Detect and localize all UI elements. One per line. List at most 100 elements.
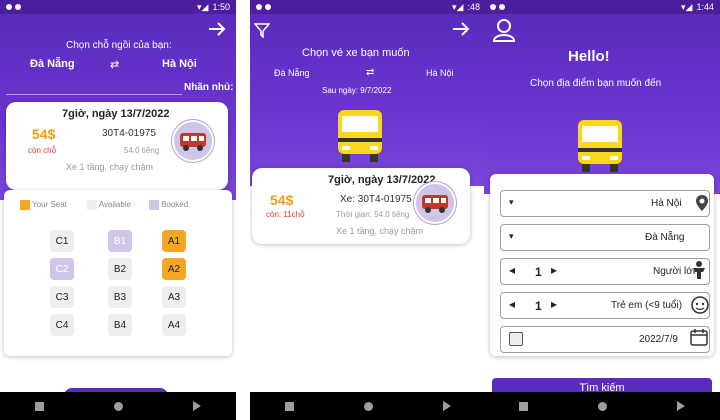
back-icon[interactable] xyxy=(443,401,451,411)
seat-selection-screen: ▾◢ 1:50 Chọn chỗ ngồi của bạn: Hà Nội ⇄ … xyxy=(0,0,236,420)
to-city: Đà Nẵng xyxy=(274,68,310,78)
seat-header: Chọn chỗ ngồi của bạn: Hà Nội ⇄ Đà Nẵng … xyxy=(0,14,236,200)
legend-available-swatch xyxy=(86,200,97,210)
header-label: Chọn chỗ ngồi của bạn: xyxy=(66,40,172,51)
ticket-header: Chọn vé xe bạn muốn Hà Nội ⇄ Đà Nẵng Sau… xyxy=(250,14,486,186)
status-time: :48 xyxy=(467,2,480,12)
from-city: Hà Nội xyxy=(162,58,197,70)
recents-icon[interactable] xyxy=(35,401,44,411)
trip-plate: Xe: 30T4-01975 xyxy=(340,194,412,205)
trip-remain: còn: 11chỗ xyxy=(266,210,305,219)
trip-card[interactable]: 7giờ, ngày 13/7/2022 30T4-01975 54$ còn … xyxy=(6,102,228,190)
increment-icon[interactable]: ▸ xyxy=(551,263,557,277)
adults-stepper[interactable]: ◂ 1 ▸ Người lớn xyxy=(500,258,710,285)
trip-title: 7giờ, ngày 13/7/2022 xyxy=(62,108,170,120)
search-form: ▾ Hà Nội ▾ Đà Nẵng ◂ 1 ▸ Người lớn ◂ 1 ▸… xyxy=(490,174,714,356)
home-icon[interactable] xyxy=(114,401,123,411)
status-time: 1:50 xyxy=(212,2,230,12)
seat-c3[interactable]: C3 xyxy=(50,286,74,308)
legend-booked: Booked xyxy=(161,200,189,210)
status-time: 1:44 xyxy=(696,2,714,12)
bus-avatar-icon xyxy=(414,182,456,224)
recents-icon[interactable] xyxy=(519,401,528,411)
back-icon[interactable] xyxy=(193,401,201,411)
note-input-line[interactable] xyxy=(6,94,182,95)
date-picker[interactable]: 2022/7/9 xyxy=(500,326,710,353)
seat-c2: C2 xyxy=(50,258,74,280)
adults-count: 1 xyxy=(535,265,542,279)
person-icon xyxy=(693,261,705,279)
trip-duration: Thời gian: 54.0 tiếng xyxy=(336,210,410,219)
chevron-down-icon: ▾ xyxy=(509,197,514,207)
trip-card[interactable]: 7giờ, ngày 13/7/2022 Xe: 30T4-01975 54$ … xyxy=(252,168,470,244)
legend-your-seat-swatch xyxy=(20,200,30,210)
trip-description: Xe 1 tầng, chạy chậm xyxy=(336,226,424,236)
trip-plate: 30T4-01975 xyxy=(102,128,156,139)
seat-b2[interactable]: B2 xyxy=(108,258,132,280)
seat-map: Your Seat Available Booked C1 B1 A1 C2 B… xyxy=(4,190,232,356)
bus-avatar-icon xyxy=(172,120,214,162)
decrement-icon[interactable]: ◂ xyxy=(509,297,515,311)
hello-title: Hello! xyxy=(568,48,610,65)
chevron-down-icon: ▾ xyxy=(509,231,514,241)
status-bar: ▾◢ :48 xyxy=(250,0,486,14)
trip-price: 54$ xyxy=(32,126,56,142)
system-nav-bar xyxy=(484,392,720,420)
recents-icon[interactable] xyxy=(285,401,294,411)
arrow-right-icon[interactable] xyxy=(452,22,470,36)
increment-icon[interactable]: ▸ xyxy=(551,297,557,311)
notification-icons xyxy=(6,2,24,12)
children-label: Trẻ em (<9 tuổi) xyxy=(611,300,683,311)
seat-a2[interactable]: A2 xyxy=(162,258,186,280)
seat-a3[interactable]: A3 xyxy=(162,286,186,308)
trip-title: 7giờ, ngày 13/7/2022 xyxy=(328,174,436,186)
signal-icon: ▾◢ xyxy=(197,1,209,12)
legend: Your Seat Available Booked xyxy=(20,200,188,210)
arrow-right-icon[interactable] xyxy=(208,22,226,36)
system-nav-bar xyxy=(0,392,236,420)
from-city: Hà Nội xyxy=(426,68,454,78)
ticket-list-screen: ▾◢ :48 Chọn vé xe bạn muốn Hà Nội ⇄ Đà N… xyxy=(250,0,486,420)
system-nav-bar xyxy=(250,392,486,420)
bus-illustration-icon xyxy=(338,110,382,162)
swap-icon[interactable]: ⇄ xyxy=(110,58,119,71)
home-icon[interactable] xyxy=(598,401,607,411)
header-label: Chọn vé xe bạn muốn xyxy=(302,47,410,59)
decrement-icon[interactable]: ◂ xyxy=(509,263,515,277)
trip-description: Xe 1 tầng, chạy chậm xyxy=(66,162,154,172)
to-city: Đà Nẵng xyxy=(30,58,75,70)
signal-icon: ▾◢ xyxy=(452,1,464,12)
signal-icon: ▾◢ xyxy=(681,1,693,12)
date-label: Sau ngày: 9/7/2022 xyxy=(322,86,392,95)
seat-b1: B1 xyxy=(108,230,132,252)
trip-duration: 54.0 tiếng xyxy=(124,146,160,155)
to-select[interactable]: ▾ Đà Nẵng xyxy=(500,224,710,251)
subtitle: Chọn địa điểm bạn muốn đến xyxy=(530,78,662,89)
date-value: 2022/7/9 xyxy=(639,334,678,345)
seat-b3[interactable]: B3 xyxy=(108,286,132,308)
notification-icons xyxy=(256,2,274,12)
trip-price: 54$ xyxy=(270,192,294,208)
to-value: Đà Nẵng xyxy=(645,232,685,243)
location-pin-icon xyxy=(696,195,708,211)
home-icon[interactable] xyxy=(364,401,373,411)
seat-a1[interactable]: A1 xyxy=(162,230,186,252)
filter-icon[interactable] xyxy=(254,22,270,38)
child-face-icon xyxy=(691,296,709,314)
from-select[interactable]: ▾ Hà Nội xyxy=(500,190,710,217)
user-profile-icon[interactable] xyxy=(492,18,516,42)
bus-illustration-icon xyxy=(578,120,622,172)
swap-icon[interactable]: ⇄ xyxy=(366,67,374,78)
children-stepper[interactable]: ◂ 1 ▸ Trẻ em (<9 tuổi) xyxy=(500,292,710,319)
seat-c4[interactable]: C4 xyxy=(50,314,74,336)
notification-icons xyxy=(490,2,508,12)
calendar-icon[interactable] xyxy=(690,328,708,346)
date-box-icon xyxy=(509,332,523,346)
seat-a4[interactable]: A4 xyxy=(162,314,186,336)
back-icon[interactable] xyxy=(677,401,685,411)
search-screen: ▾◢ 1:44 Hello! Chọn địa điểm bạn muốn đế… xyxy=(484,0,720,420)
seat-c1[interactable]: C1 xyxy=(50,230,74,252)
legend-your-seat: Your Seat xyxy=(32,200,67,210)
seat-b4[interactable]: B4 xyxy=(108,314,132,336)
note-label: Nhãn nhủ: xyxy=(184,82,234,93)
